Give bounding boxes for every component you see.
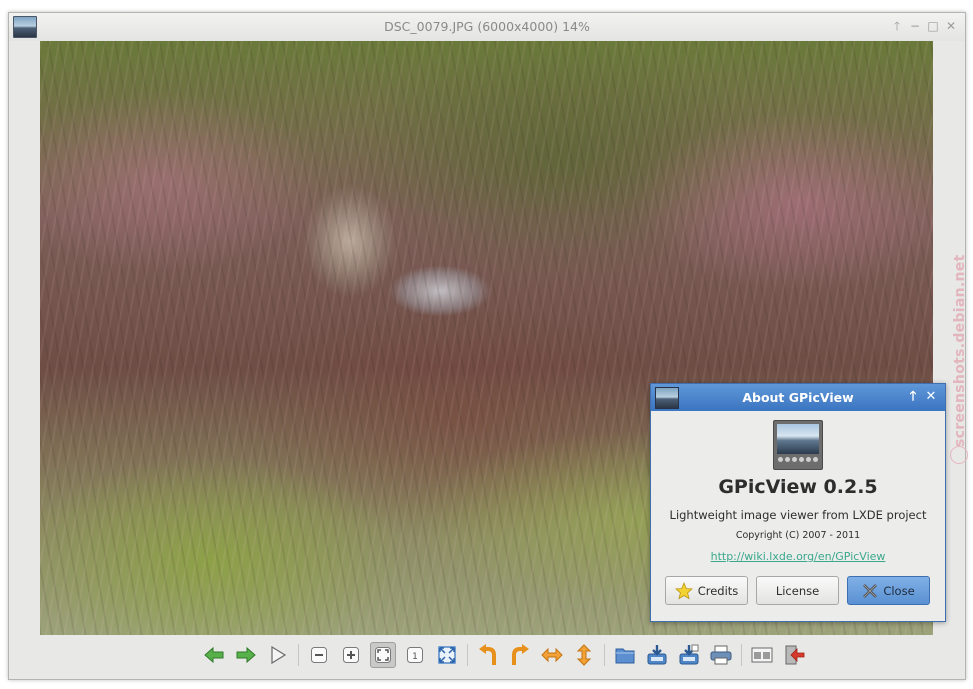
window-titlebar[interactable]: DSC_0079.JPG (6000x4000) 14% 🡑 − □ ✕ [9,13,965,41]
close-button[interactable]: Close [847,576,930,605]
svg-text:1: 1 [412,652,418,662]
close-window-icon[interactable]: ✕ [943,18,959,34]
star-icon [674,581,693,599]
zoom-out-icon [311,647,327,663]
flip-horizontal-icon [541,647,563,663]
previous-button[interactable] [201,642,227,668]
save-as-icon [679,644,699,665]
app-copyright: Copyright (C) 2007 - 2011 [735,530,861,541]
zoom-in-icon [343,647,359,663]
play-icon [271,646,287,664]
gpicview-logo-icon [773,420,823,470]
next-button[interactable] [233,642,259,668]
exit-icon [785,645,805,665]
keep-above-icon[interactable]: 🡑 [906,389,920,405]
save-icon [647,645,667,665]
save-button[interactable] [644,642,670,668]
website-link[interactable]: http://wiki.lxde.org/en/GPicView [651,550,945,563]
toolbar: 1 [198,640,810,670]
flip-vertical-icon [576,644,592,666]
credits-label: Credits [697,583,739,598]
close-dialog-icon[interactable]: ✕ [924,389,938,405]
zoom-out-button[interactable] [306,642,332,668]
flip-vertical-button[interactable] [571,642,597,668]
zoom-original-icon: 1 [407,647,423,663]
zoom-in-button[interactable] [338,642,364,668]
watermark-logo [950,446,968,464]
preferences-icon [751,647,773,663]
app-name: GPicView 0.2.5 [718,476,878,498]
toolbar-separator [467,644,468,666]
close-label: Close [883,583,915,598]
toolbar-separator [604,644,605,666]
watermark-text: screenshots.debian.net [952,254,968,447]
arrow-left-green-icon [204,646,224,664]
printer-icon [710,645,732,665]
toolbar-separator [741,644,742,666]
rotate-right-button[interactable] [507,642,533,668]
license-button[interactable]: License [756,576,839,605]
folder-icon [615,648,635,664]
save-as-button[interactable] [676,642,702,668]
zoom-original-button[interactable]: 1 [402,642,428,668]
window-title: DSC_0079.JPG (6000x4000) 14% [384,19,590,34]
rotate-left-button[interactable] [475,642,501,668]
quit-button[interactable] [781,642,807,668]
credits-button[interactable]: Credits [665,576,748,605]
flip-horizontal-button[interactable] [539,642,565,668]
dialog-title: About GPicView [742,390,854,405]
maximize-icon[interactable]: □ [925,18,941,34]
close-x-icon [863,583,878,598]
zoom-fit-icon [375,647,391,663]
dialog-titlebar[interactable]: About GPicView 🡑 ✕ [651,384,945,411]
minimize-icon[interactable]: − [907,18,923,34]
print-button[interactable] [708,642,734,668]
keep-above-icon[interactable]: 🡑 [889,18,905,34]
open-file-button[interactable] [612,642,638,668]
toolbar-separator [298,644,299,666]
preferences-button[interactable] [749,642,775,668]
zoom-fit-button[interactable] [370,642,396,668]
fullscreen-button[interactable] [434,642,460,668]
app-description: Lightweight image viewer from LXDE proje… [669,508,927,522]
slideshow-button[interactable] [265,642,291,668]
arrow-right-green-icon [236,646,256,664]
rotate-left-icon [479,644,496,665]
rotate-right-icon [512,644,529,665]
about-dialog: About GPicView 🡑 ✕ GPicView 0.2.5 Lightw… [650,383,946,622]
fullscreen-icon [438,646,456,664]
license-label: License [775,583,820,598]
